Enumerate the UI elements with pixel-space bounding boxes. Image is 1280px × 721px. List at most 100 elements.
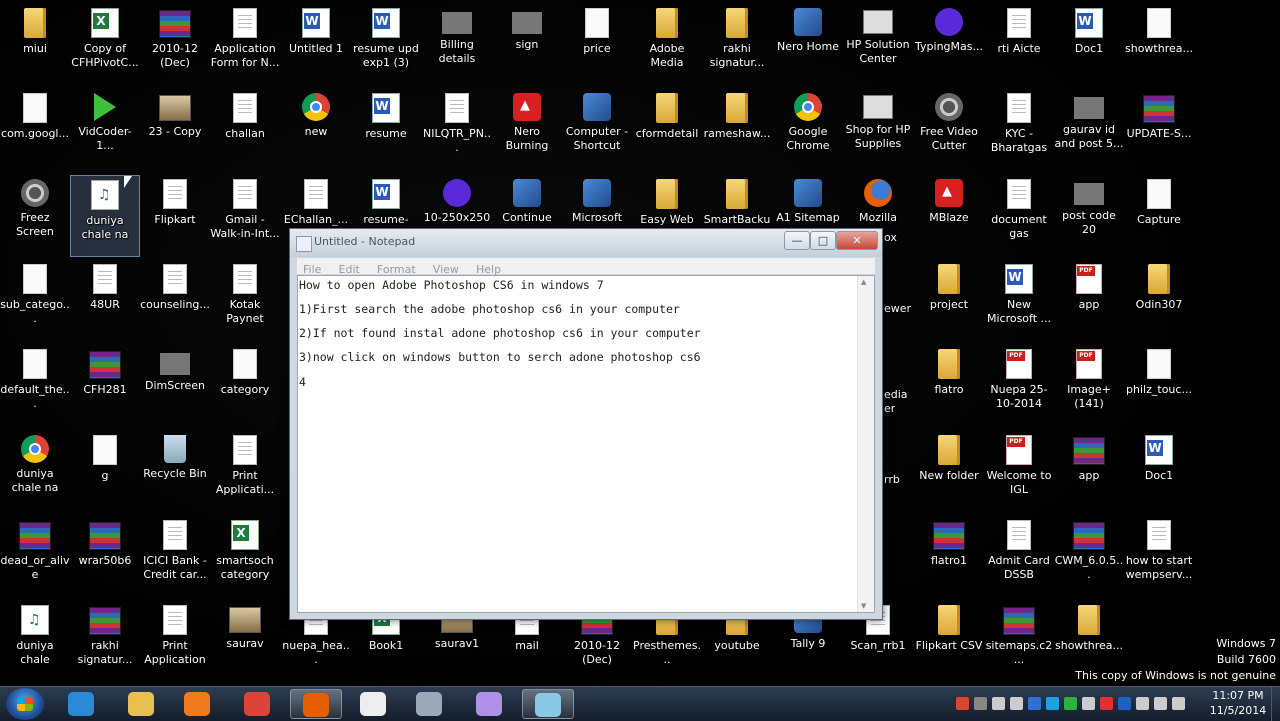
desktop-icon[interactable]: app	[1054, 260, 1124, 342]
desktop-icon[interactable]: post code 20	[1054, 175, 1124, 257]
desktop-icon[interactable]: com.googl...	[0, 89, 70, 171]
show-desktop-button[interactable]	[1271, 687, 1280, 721]
desktop-icon[interactable]: Adobe Media Encoder CS...	[632, 4, 702, 86]
desktop-icon[interactable]: Nero Home	[773, 4, 843, 86]
desktop-icon[interactable]: 2010-12 (Dec)	[140, 4, 210, 86]
desktop-icon[interactable]: gaurav id and post 5...	[1054, 89, 1124, 171]
desktop-icon[interactable]: Print Application	[140, 601, 210, 683]
desktop-icon[interactable]: Recycle Bin	[140, 431, 210, 513]
taskbar-button[interactable]	[172, 689, 224, 719]
desktop-icon[interactable]: duniya chale	[0, 601, 70, 683]
desktop-icon[interactable]: Capture	[1124, 175, 1194, 257]
desktop-icon[interactable]: rakhi signatur...	[702, 4, 772, 86]
desktop-icon[interactable]: flatro1	[914, 516, 984, 598]
tray-icon[interactable]	[992, 697, 1005, 710]
desktop-icon[interactable]: g	[70, 431, 140, 513]
desktop-icon[interactable]: saurav	[210, 601, 280, 683]
scroll-down-icon[interactable]: ▼	[861, 602, 866, 610]
tray-icon[interactable]	[1154, 697, 1167, 710]
desktop-icon[interactable]: Doc1	[1124, 431, 1194, 513]
desktop-icon[interactable]: rti Aicte	[984, 4, 1054, 86]
desktop-icon[interactable]: default_the...	[0, 345, 70, 427]
desktop-icon[interactable]: DimScreen	[140, 345, 210, 427]
desktop-icon[interactable]: Computer - Shortcut	[562, 89, 632, 171]
taskbar-button[interactable]	[464, 689, 516, 719]
desktop-icon[interactable]: category	[210, 345, 280, 427]
desktop-icon[interactable]: Billing details	[422, 4, 492, 86]
taskbar-button[interactable]	[232, 689, 284, 719]
desktop-icon[interactable]: Application Form for N...	[210, 4, 280, 86]
desktop-icon[interactable]: 48UR	[70, 260, 140, 342]
tray-icon[interactable]	[1100, 697, 1113, 710]
desktop-icon[interactable]: project	[914, 260, 984, 342]
taskbar-button[interactable]	[116, 689, 168, 719]
desktop-icon[interactable]: ICICI Bank - Credit car...	[140, 516, 210, 598]
desktop-icon[interactable]: rameshaw...	[702, 89, 772, 171]
minimize-button[interactable]: —	[784, 231, 810, 250]
desktop-icon[interactable]: rakhi signatur...	[70, 601, 140, 683]
desktop-icon[interactable]: Copy of CFHPivotC...	[70, 4, 140, 86]
tray-icon[interactable]	[1046, 697, 1059, 710]
desktop-icon[interactable]: showthrea...	[1124, 4, 1194, 86]
desktop-icon[interactable]: miui	[0, 4, 70, 86]
tray-icon[interactable]	[1010, 697, 1023, 710]
desktop-icon[interactable]: CWM_6.0.5...	[1054, 516, 1124, 598]
desktop-icon[interactable]: Odin307	[1124, 260, 1194, 342]
desktop-icon[interactable]: Nuepa 25-10-2014	[984, 345, 1054, 427]
tray-icon[interactable]	[1136, 697, 1149, 710]
taskbar-button[interactable]	[522, 689, 574, 719]
desktop-icon[interactable]: counseling...	[140, 260, 210, 342]
tray-icon[interactable]	[1172, 697, 1185, 710]
taskbar-button[interactable]	[404, 689, 456, 719]
tray-icon[interactable]	[974, 697, 987, 710]
desktop-icon[interactable]: Gmail - Walk-in-Int...	[210, 175, 280, 257]
desktop-icon[interactable]: duniya chale na shri ra...	[0, 431, 70, 513]
desktop-icon[interactable]: New folder	[914, 431, 984, 513]
tray-icon[interactable]	[1118, 697, 1131, 710]
desktop-icon[interactable]: Image+(141)	[1054, 345, 1124, 427]
desktop-icon[interactable]: CFH281	[70, 345, 140, 427]
clock-date[interactable]: 11/5/2014	[1200, 704, 1276, 717]
notepad-window[interactable]: Untitled - Notepad — □ ✕ File Edit Forma…	[289, 228, 883, 620]
desktop-icon[interactable]: wrar50b6	[70, 516, 140, 598]
desktop-icon[interactable]: Untitled 1	[281, 4, 351, 86]
desktop-icon[interactable]: app	[1054, 431, 1124, 513]
taskbar-button[interactable]	[348, 689, 400, 719]
desktop-icon[interactable]: Flipkart	[140, 175, 210, 257]
desktop-icon[interactable]: resume upd exp1 (3)	[351, 4, 421, 86]
start-button[interactable]	[6, 688, 44, 720]
desktop-icon[interactable]: Freez Screen Video Cap...	[0, 175, 70, 257]
maximize-button[interactable]: □	[810, 231, 836, 250]
desktop-icon[interactable]: MBlaze	[914, 175, 984, 257]
desktop-icon[interactable]: KYC - Bharatgas	[984, 89, 1054, 171]
tray-icon[interactable]	[1064, 697, 1077, 710]
taskbar-button[interactable]	[290, 689, 342, 719]
desktop-icon[interactable]: Shop for HP Supplies	[843, 89, 913, 171]
notepad-titlebar[interactable]: Untitled - Notepad — □ ✕	[290, 229, 882, 257]
desktop-icon[interactable]: VidCoder-1...	[70, 89, 140, 171]
desktop-icon[interactable]: resume	[351, 89, 421, 171]
desktop-icon[interactable]: Admit Card DSSB	[984, 516, 1054, 598]
notepad-text-area[interactable]: How to open Adobe Photoshop CS6 in windo…	[297, 275, 875, 613]
desktop-icon[interactable]: challan	[210, 89, 280, 171]
desktop-icon[interactable]: Google Chrome	[773, 89, 843, 171]
desktop-icon[interactable]: how to start wempserv...	[1124, 516, 1194, 598]
desktop-icon[interactable]: TypingMas...	[914, 4, 984, 86]
desktop-icon[interactable]: dead_or_alive	[0, 516, 70, 598]
desktop-icon[interactable]: Kotak Paynet	[210, 260, 280, 342]
desktop-icon[interactable]: Flipkart CSV	[914, 601, 984, 683]
desktop-icon[interactable]: flatro	[914, 345, 984, 427]
desktop-icon[interactable]: cformdetail	[632, 89, 702, 171]
desktop-icon[interactable]: smartsoch category	[210, 516, 280, 598]
desktop-icon[interactable]: sub_catego...	[0, 260, 70, 342]
desktop-icon[interactable]: UPDATE-S...	[1124, 89, 1194, 171]
clock-time[interactable]: 11:07 PM	[1200, 689, 1276, 702]
close-button[interactable]: ✕	[836, 231, 878, 250]
desktop-icon[interactable]: new	[281, 89, 351, 171]
desktop-icon[interactable]: Welcome to IGL	[984, 431, 1054, 513]
desktop-icon[interactable]: HP Solution Center	[843, 4, 913, 86]
desktop-icon[interactable]: Print Applicati...	[210, 431, 280, 513]
tray-icon[interactable]	[1028, 697, 1041, 710]
desktop-icon[interactable]: NILQTR_PN...	[422, 89, 492, 171]
desktop-icon[interactable]: New Microsoft ...	[984, 260, 1054, 342]
